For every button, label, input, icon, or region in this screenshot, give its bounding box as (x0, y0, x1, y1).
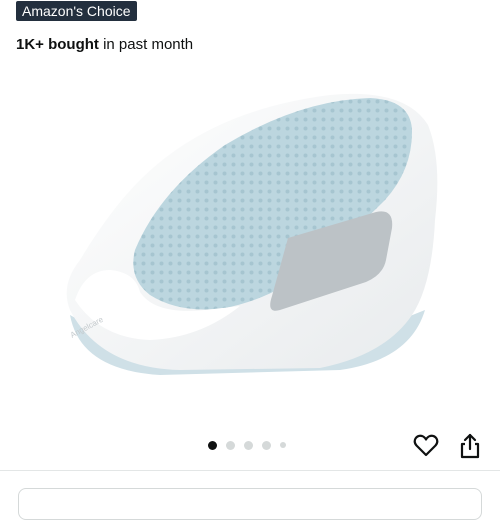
section-divider (0, 470, 500, 471)
carousel-dot-1[interactable] (208, 440, 217, 450)
carousel-dot-4[interactable] (262, 440, 271, 450)
share-button[interactable] (456, 432, 484, 460)
carousel-dot-5[interactable] (280, 442, 286, 448)
share-icon (460, 433, 480, 459)
heart-icon (413, 434, 439, 457)
carousel-dot-3[interactable] (244, 440, 253, 450)
amazons-choice-badge: Amazon's Choice (16, 1, 137, 21)
favorite-button[interactable] (412, 432, 440, 460)
purchase-count: 1K+ bought (16, 36, 99, 53)
carousel-indicator[interactable] (208, 440, 286, 450)
next-section-card[interactable] (18, 488, 482, 520)
carousel-dot-2[interactable] (226, 440, 235, 450)
purchase-period: in past month (98, 36, 194, 53)
purchase-stat: 1K+ bought in past month (16, 36, 193, 54)
product-image[interactable]: Angelcare (40, 70, 460, 400)
